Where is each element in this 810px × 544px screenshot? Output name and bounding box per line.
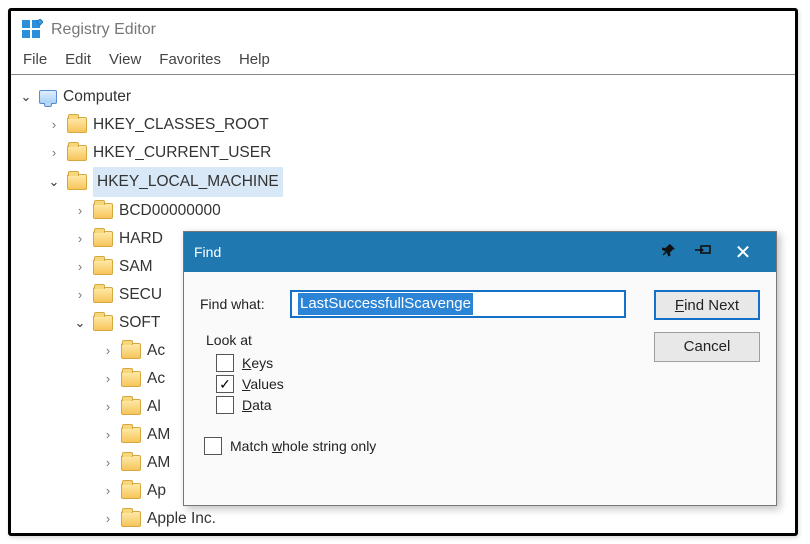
pin-icon[interactable] <box>652 243 686 261</box>
tree-item-hkcu[interactable]: › HKEY_CURRENT_USER <box>19 139 787 167</box>
tree-label: Apple Inc. <box>147 505 216 533</box>
expander-icon[interactable]: › <box>101 449 115 477</box>
registry-editor-window: Registry Editor File Edit View Favorites… <box>8 8 798 536</box>
find-dialog-titlebar[interactable]: Find ✕ <box>184 232 776 272</box>
expander-icon[interactable]: ⌄ <box>47 168 61 196</box>
find-what-label: Find what: <box>200 296 276 312</box>
tree-label: Ac <box>147 365 165 393</box>
folder-icon <box>93 231 113 247</box>
tree-root[interactable]: ⌄ Computer <box>19 83 787 111</box>
window-title: Registry Editor <box>51 21 156 39</box>
folder-icon <box>67 117 87 133</box>
expander-icon[interactable]: ⌄ <box>73 309 87 337</box>
folder-icon <box>93 315 113 331</box>
look-at-label: Look at <box>206 332 624 348</box>
tree-label: AM <box>147 421 170 449</box>
expander-icon[interactable]: › <box>47 111 61 139</box>
expander-icon[interactable]: › <box>47 139 61 167</box>
expander-icon[interactable]: › <box>73 225 87 253</box>
tree-label: SECU <box>119 281 162 309</box>
menubar: File Edit View Favorites Help <box>11 47 795 75</box>
expander-icon[interactable]: › <box>101 421 115 449</box>
find-dialog: Find ✕ Find what: LastSuccessfullScaveng… <box>183 231 777 506</box>
expander-icon[interactable]: › <box>101 477 115 505</box>
find-what-input[interactable] <box>290 290 626 318</box>
folder-icon <box>121 427 141 443</box>
checkbox-data[interactable] <box>216 396 234 414</box>
menu-help[interactable]: Help <box>239 51 270 68</box>
folder-icon <box>93 259 113 275</box>
tree-item[interactable]: › BCD00000000 <box>19 197 787 225</box>
computer-icon <box>39 90 57 104</box>
checkbox-match-whole-label[interactable]: Match whole string only <box>230 438 376 454</box>
folder-icon <box>121 455 141 471</box>
checkbox-keys[interactable] <box>216 354 234 372</box>
menu-edit[interactable]: Edit <box>65 51 91 68</box>
tree-label: SOFT <box>119 309 160 337</box>
expander-icon[interactable]: ⌄ <box>19 83 33 111</box>
checkbox-keys-label[interactable]: Keys <box>242 355 273 371</box>
titlebar: Registry Editor <box>11 11 795 47</box>
folder-icon <box>93 287 113 303</box>
menu-view[interactable]: View <box>109 51 141 68</box>
tree-label: Computer <box>63 83 131 111</box>
restore-icon[interactable] <box>686 244 720 261</box>
find-dialog-title: Find <box>194 244 221 260</box>
tree-label: Al <box>147 393 161 421</box>
cancel-button[interactable]: Cancel <box>654 332 760 362</box>
folder-icon <box>121 343 141 359</box>
tree-label: AM <box>147 449 170 477</box>
close-icon[interactable]: ✕ <box>720 240 766 265</box>
find-next-button[interactable]: Find Next <box>654 290 760 320</box>
expander-icon[interactable]: › <box>101 337 115 365</box>
expander-icon[interactable]: › <box>73 197 87 225</box>
folder-icon <box>67 145 87 161</box>
menu-file[interactable]: File <box>23 51 47 68</box>
tree-label: Ac <box>147 337 165 365</box>
checkbox-values[interactable] <box>216 375 234 393</box>
tree-label: SAM <box>119 253 153 281</box>
tree-item-hkcr[interactable]: › HKEY_CLASSES_ROOT <box>19 111 787 139</box>
checkbox-match-whole[interactable] <box>204 437 222 455</box>
folder-icon <box>121 511 141 527</box>
folder-icon <box>121 371 141 387</box>
look-at-group: Look at Keys Values Data <box>200 332 630 425</box>
expander-icon[interactable]: › <box>73 253 87 281</box>
tree-label: HKEY_CURRENT_USER <box>93 139 271 167</box>
regedit-icon <box>21 19 43 41</box>
tree-label: HKEY_CLASSES_ROOT <box>93 111 269 139</box>
expander-icon[interactable]: › <box>101 393 115 421</box>
tree-item[interactable]: › Apple Inc. <box>19 505 787 533</box>
tree-label: HKEY_LOCAL_MACHINE <box>93 167 283 197</box>
folder-icon <box>121 483 141 499</box>
tree-label: Ap <box>147 477 166 505</box>
tree-item-hklm[interactable]: ⌄ HKEY_LOCAL_MACHINE <box>19 167 787 197</box>
expander-icon[interactable]: › <box>101 505 115 533</box>
checkbox-values-label[interactable]: Values <box>242 376 284 392</box>
expander-icon[interactable]: › <box>73 281 87 309</box>
tree-label: BCD00000000 <box>119 197 221 225</box>
menu-favorites[interactable]: Favorites <box>159 51 221 68</box>
checkbox-data-label[interactable]: Data <box>242 397 272 413</box>
find-dialog-body: Find what: LastSuccessfullScavenge Find … <box>184 272 776 465</box>
folder-icon <box>121 399 141 415</box>
folder-icon <box>67 174 87 190</box>
folder-icon <box>93 203 113 219</box>
expander-icon[interactable]: › <box>101 365 115 393</box>
tree-label: HARD <box>119 225 163 253</box>
